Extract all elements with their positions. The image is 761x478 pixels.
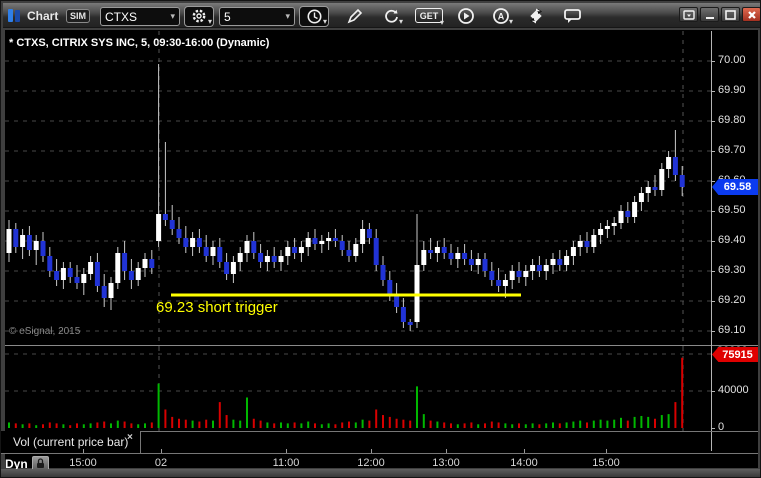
price-tick — [711, 181, 715, 182]
price-tick-label: 70.00 — [718, 54, 746, 66]
chevron-down-icon: ▾ — [508, 17, 513, 26]
price-tick-label: 69.50 — [718, 204, 746, 216]
window-title: Chart — [27, 9, 59, 23]
reload-data-button[interactable]: ▾ — [379, 8, 403, 26]
chevron-down-icon: ▾ — [439, 18, 444, 27]
price-tick — [711, 331, 715, 332]
time-tick — [286, 449, 287, 453]
minimize-icon — [705, 16, 714, 19]
window-bottom-frame — [1, 469, 760, 477]
volume-tick-label: 0 — [718, 421, 725, 433]
svg-text:A: A — [498, 12, 505, 22]
link-transfer-button[interactable] — [525, 7, 547, 25]
price-tick-label: 69.10 — [718, 324, 746, 336]
last-price-tag: 69.58 — [712, 179, 758, 195]
close-icon — [747, 10, 756, 19]
app-icon — [7, 8, 23, 23]
time-tick — [606, 449, 607, 453]
get-label: GET — [419, 10, 439, 21]
price-tick — [711, 121, 715, 122]
trigger-annotation-label: 69.23 short trigger — [156, 299, 278, 316]
interval-value: 5 — [224, 9, 231, 24]
sim-mode-badge: SIM — [66, 9, 91, 23]
time-tick — [371, 449, 372, 453]
price-tick — [711, 271, 715, 272]
auto-scale-button[interactable]: A ▾ — [489, 7, 513, 26]
letter-a-circle-icon: A — [493, 8, 509, 24]
speech-bubble-icon — [564, 9, 581, 23]
chevron-down-icon: ▾ — [322, 17, 327, 26]
volume-indicator-tab[interactable]: Vol (current price bar) × — [1, 431, 140, 453]
chevron-down-icon: ▾ — [207, 17, 212, 26]
price-tick — [711, 211, 715, 212]
draw-tool-button[interactable] — [343, 8, 365, 25]
title-bar[interactable]: Chart SIM CTXS ▾ ▾ 5 ▾ ▾ ▾ GET ▾ A ▾ — [3, 3, 760, 28]
time-tick-label: 14:00 — [510, 457, 538, 469]
play-replay-button[interactable] — [455, 7, 477, 25]
price-chart-canvas[interactable]: 69.23 short trigger — [5, 31, 711, 347]
price-tick-label: 69.20 — [718, 294, 746, 306]
refresh-arrow-icon — [384, 9, 398, 23]
price-tick-label: 69.30 — [718, 264, 746, 276]
volume-tick — [711, 428, 715, 429]
price-tick — [711, 151, 715, 152]
lock-icon — [37, 458, 44, 468]
vol-tab-right-border — [140, 431, 141, 453]
volume-chart-canvas[interactable] — [5, 347, 711, 431]
time-tick — [83, 449, 84, 453]
time-tick-label: 12:00 — [357, 457, 385, 469]
price-tick — [711, 241, 715, 242]
maximize-icon — [725, 9, 736, 20]
clock-icon — [307, 9, 321, 24]
interval-combobox[interactable]: 5 ▾ — [219, 7, 295, 26]
diamond-swap-icon — [530, 8, 542, 24]
price-tick — [711, 91, 715, 92]
maximize-button[interactable] — [721, 7, 740, 22]
chart-window: Chart SIM CTXS ▾ ▾ 5 ▾ ▾ ▾ GET ▾ A ▾ * C… — [0, 0, 761, 478]
play-icon — [458, 8, 474, 24]
comment-note-button[interactable] — [561, 7, 585, 25]
time-tick — [446, 449, 447, 453]
last-volume-tag: 75915 — [712, 347, 758, 362]
volume-tab-close-button[interactable]: × — [127, 432, 133, 443]
price-tick — [711, 301, 715, 302]
symbol-settings-button[interactable]: ▾ — [184, 6, 214, 27]
chevron-down-icon: ▾ — [170, 11, 175, 21]
dock-options-button[interactable] — [679, 7, 698, 22]
chevron-down-icon: ▾ — [398, 17, 403, 26]
time-tick — [524, 449, 525, 453]
volume-tick-label: 40000 — [718, 384, 749, 396]
minimize-button[interactable] — [700, 7, 719, 22]
volume-tick — [711, 391, 715, 392]
time-axis-line — [1, 453, 758, 454]
price-tick-label: 69.80 — [718, 114, 746, 126]
price-tick-label: 69.40 — [718, 234, 746, 246]
price-tick-label: 69.90 — [718, 84, 746, 96]
volume-pane-bottom-line — [140, 431, 758, 432]
volume-tab-label: Vol (current price bar) — [13, 435, 129, 449]
chevron-down-icon: ▾ — [285, 11, 290, 21]
price-tick-label: 69.70 — [718, 144, 746, 156]
pane-separator[interactable] — [5, 345, 758, 346]
pencil-icon — [347, 8, 362, 24]
price-tick — [711, 61, 715, 62]
symbol-value: CTXS — [105, 9, 138, 24]
time-tick-label: 02 — [154, 457, 168, 469]
time-template-button[interactable]: ▾ — [299, 6, 329, 27]
time-tick-label: 15:00 — [69, 457, 97, 469]
get-data-button[interactable]: GET ▾ — [415, 8, 444, 27]
esignal-watermark: © eSignal, 2015 — [9, 326, 81, 337]
time-tick-label: 13:00 — [432, 457, 460, 469]
gear-icon — [192, 9, 205, 23]
close-button[interactable] — [742, 7, 760, 22]
time-tick-label: 15:00 — [592, 457, 620, 469]
dock-window-icon — [682, 9, 695, 20]
time-tick-label: 11:00 — [272, 457, 300, 469]
symbol-combobox[interactable]: CTXS ▾ — [100, 7, 180, 26]
time-tick — [161, 449, 162, 453]
